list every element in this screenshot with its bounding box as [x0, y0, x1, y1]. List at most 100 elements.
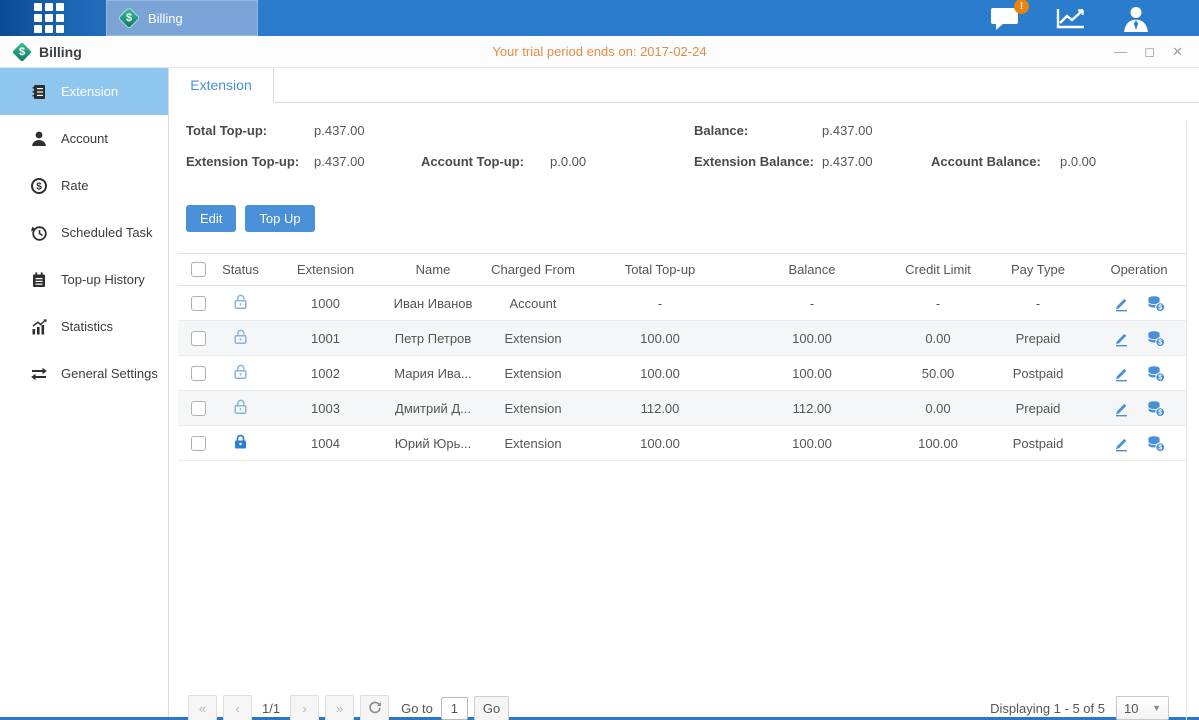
table-row: 1001 Петр Петров Extension 100.00 100.00… [178, 321, 1186, 356]
row-checkbox[interactable] [191, 436, 206, 451]
cell-extension: 1002 [263, 366, 388, 381]
svg-text:$: $ [1158, 304, 1162, 311]
minimize-icon[interactable]: — [1114, 45, 1127, 58]
account-topup-value: p.0.00 [550, 154, 586, 169]
tab-strip: Extension [169, 68, 1199, 103]
extensions-table: Status Extension Name Charged From Total… [178, 253, 1186, 461]
edit-button[interactable]: Edit [186, 205, 236, 232]
cell-extension: 1001 [263, 331, 388, 346]
cell-pay-type: Postpaid [984, 436, 1092, 451]
messages-icon[interactable]: ! [990, 5, 1021, 31]
maximize-icon[interactable]: ◻ [1144, 45, 1155, 58]
balance-label: Balance: [694, 123, 748, 138]
topup-coins-icon[interactable]: $ [1146, 330, 1165, 347]
row-checkbox[interactable] [191, 366, 206, 381]
edit-pencil-icon[interactable] [1113, 365, 1130, 382]
cell-total-topup: 100.00 [588, 366, 732, 381]
prev-page-button[interactable]: ‹ [223, 695, 252, 720]
topup-coins-icon[interactable]: $ [1146, 435, 1165, 452]
extension-balance-label: Extension Balance: [694, 154, 814, 169]
cell-total-topup: - [588, 296, 732, 311]
row-checkbox[interactable] [191, 296, 206, 311]
edit-pencil-icon[interactable] [1113, 330, 1130, 347]
user-account-icon[interactable] [1121, 5, 1151, 32]
first-page-button[interactable]: « [188, 695, 217, 720]
bar-chart-icon [30, 318, 48, 336]
cell-pay-type: Prepaid [984, 401, 1092, 416]
window-titlebar: $ Billing Your trial period ends on: 201… [0, 36, 1199, 68]
lock-open-icon [232, 293, 249, 310]
cell-balance: 100.00 [732, 331, 892, 346]
cell-charged-from: Extension [478, 366, 588, 381]
person-icon [30, 130, 48, 148]
billing-app-icon: $ [119, 8, 139, 28]
page-size-select[interactable]: 10 ▼ [1116, 696, 1169, 720]
lock-open-icon [232, 328, 249, 345]
page-indicator: 1/1 [262, 701, 280, 716]
cell-total-topup: 112.00 [588, 401, 732, 416]
sidebar-item-extension[interactable]: Extension [0, 68, 168, 115]
sidebar-item-label: Top-up History [61, 272, 145, 287]
row-checkbox[interactable] [191, 401, 206, 416]
table-row: 1003 Дмитрий Д... Extension 112.00 112.0… [178, 391, 1186, 426]
sidebar-item-topup-history[interactable]: Top-up History [0, 256, 168, 303]
notification-badge: ! [1014, 0, 1029, 14]
svg-text:$: $ [1158, 374, 1162, 381]
sidebar-item-label: Scheduled Task [61, 225, 153, 240]
cell-total-topup: 100.00 [588, 436, 732, 451]
lock-open-icon [232, 398, 249, 415]
goto-page-input[interactable] [441, 697, 468, 720]
edit-pencil-icon[interactable] [1113, 295, 1130, 312]
taskbar: $ Billing ! [0, 0, 1199, 36]
edit-pencil-icon[interactable] [1113, 435, 1130, 452]
svg-text:$: $ [1158, 444, 1162, 451]
sidebar-item-label: General Settings [61, 366, 158, 381]
topup-coins-icon[interactable]: $ [1146, 365, 1165, 382]
select-all-checkbox[interactable] [191, 262, 206, 277]
table-row: 1004 Юрий Юрь... Extension 100.00 100.00… [178, 426, 1186, 461]
sidebar-item-label: Statistics [61, 319, 113, 334]
col-total-topup: Total Top-up [588, 262, 732, 277]
topup-coins-icon[interactable]: $ [1146, 295, 1165, 312]
topup-coins-icon[interactable]: $ [1146, 400, 1165, 417]
next-page-button[interactable]: › [290, 695, 319, 720]
cell-charged-from: Extension [478, 436, 588, 451]
total-topup-label: Total Top-up: [186, 123, 267, 138]
cell-name: Мария Ива... [388, 366, 478, 381]
cell-extension: 1003 [263, 401, 388, 416]
cell-balance: 100.00 [732, 366, 892, 381]
sidebar-item-account[interactable]: Account [0, 115, 168, 162]
cell-pay-type: Prepaid [984, 331, 1092, 346]
sidebar-item-rate[interactable]: $ Rate [0, 162, 168, 209]
table-header: Status Extension Name Charged From Total… [178, 253, 1186, 286]
last-page-button[interactable]: » [325, 695, 354, 720]
tab-extension[interactable]: Extension [169, 68, 274, 103]
close-icon[interactable]: ✕ [1172, 45, 1183, 58]
table-body: 1000 Иван Иванов Account - - - - $ 1001 … [178, 286, 1186, 461]
table-row: 1002 Мария Ива... Extension 100.00 100.0… [178, 356, 1186, 391]
sidebar-item-general-settings[interactable]: General Settings [0, 350, 168, 397]
col-extension: Extension [263, 262, 388, 277]
billing-window-icon: $ [12, 42, 32, 62]
refresh-button[interactable] [360, 695, 389, 720]
cell-total-topup: 100.00 [588, 331, 732, 346]
row-checkbox[interactable] [191, 331, 206, 346]
cell-credit-limit: 0.00 [892, 401, 984, 416]
topup-button[interactable]: Top Up [245, 205, 314, 232]
sidebar-item-statistics[interactable]: Statistics [0, 303, 168, 350]
app-launcher-grid-icon[interactable] [34, 3, 64, 33]
line-chart-icon[interactable] [1055, 5, 1087, 31]
cell-charged-from: Extension [478, 401, 588, 416]
sidebar-item-scheduled-task[interactable]: Scheduled Task [0, 209, 168, 256]
page-size-value: 10 [1124, 701, 1138, 716]
sidebar-item-label: Extension [61, 84, 118, 99]
lock-open-icon [232, 363, 249, 380]
trial-notice: Your trial period ends on: 2017-02-24 [0, 44, 1199, 59]
notebook-icon [30, 271, 48, 289]
edit-pencil-icon[interactable] [1113, 400, 1130, 417]
cell-name: Дмитрий Д... [388, 401, 478, 416]
taskbar-tab-billing[interactable]: $ Billing [106, 0, 258, 36]
sidebar: Extension Account $ Rate Scheduled Task … [0, 68, 169, 717]
ledger-icon [30, 83, 48, 101]
go-button[interactable]: Go [474, 696, 509, 720]
